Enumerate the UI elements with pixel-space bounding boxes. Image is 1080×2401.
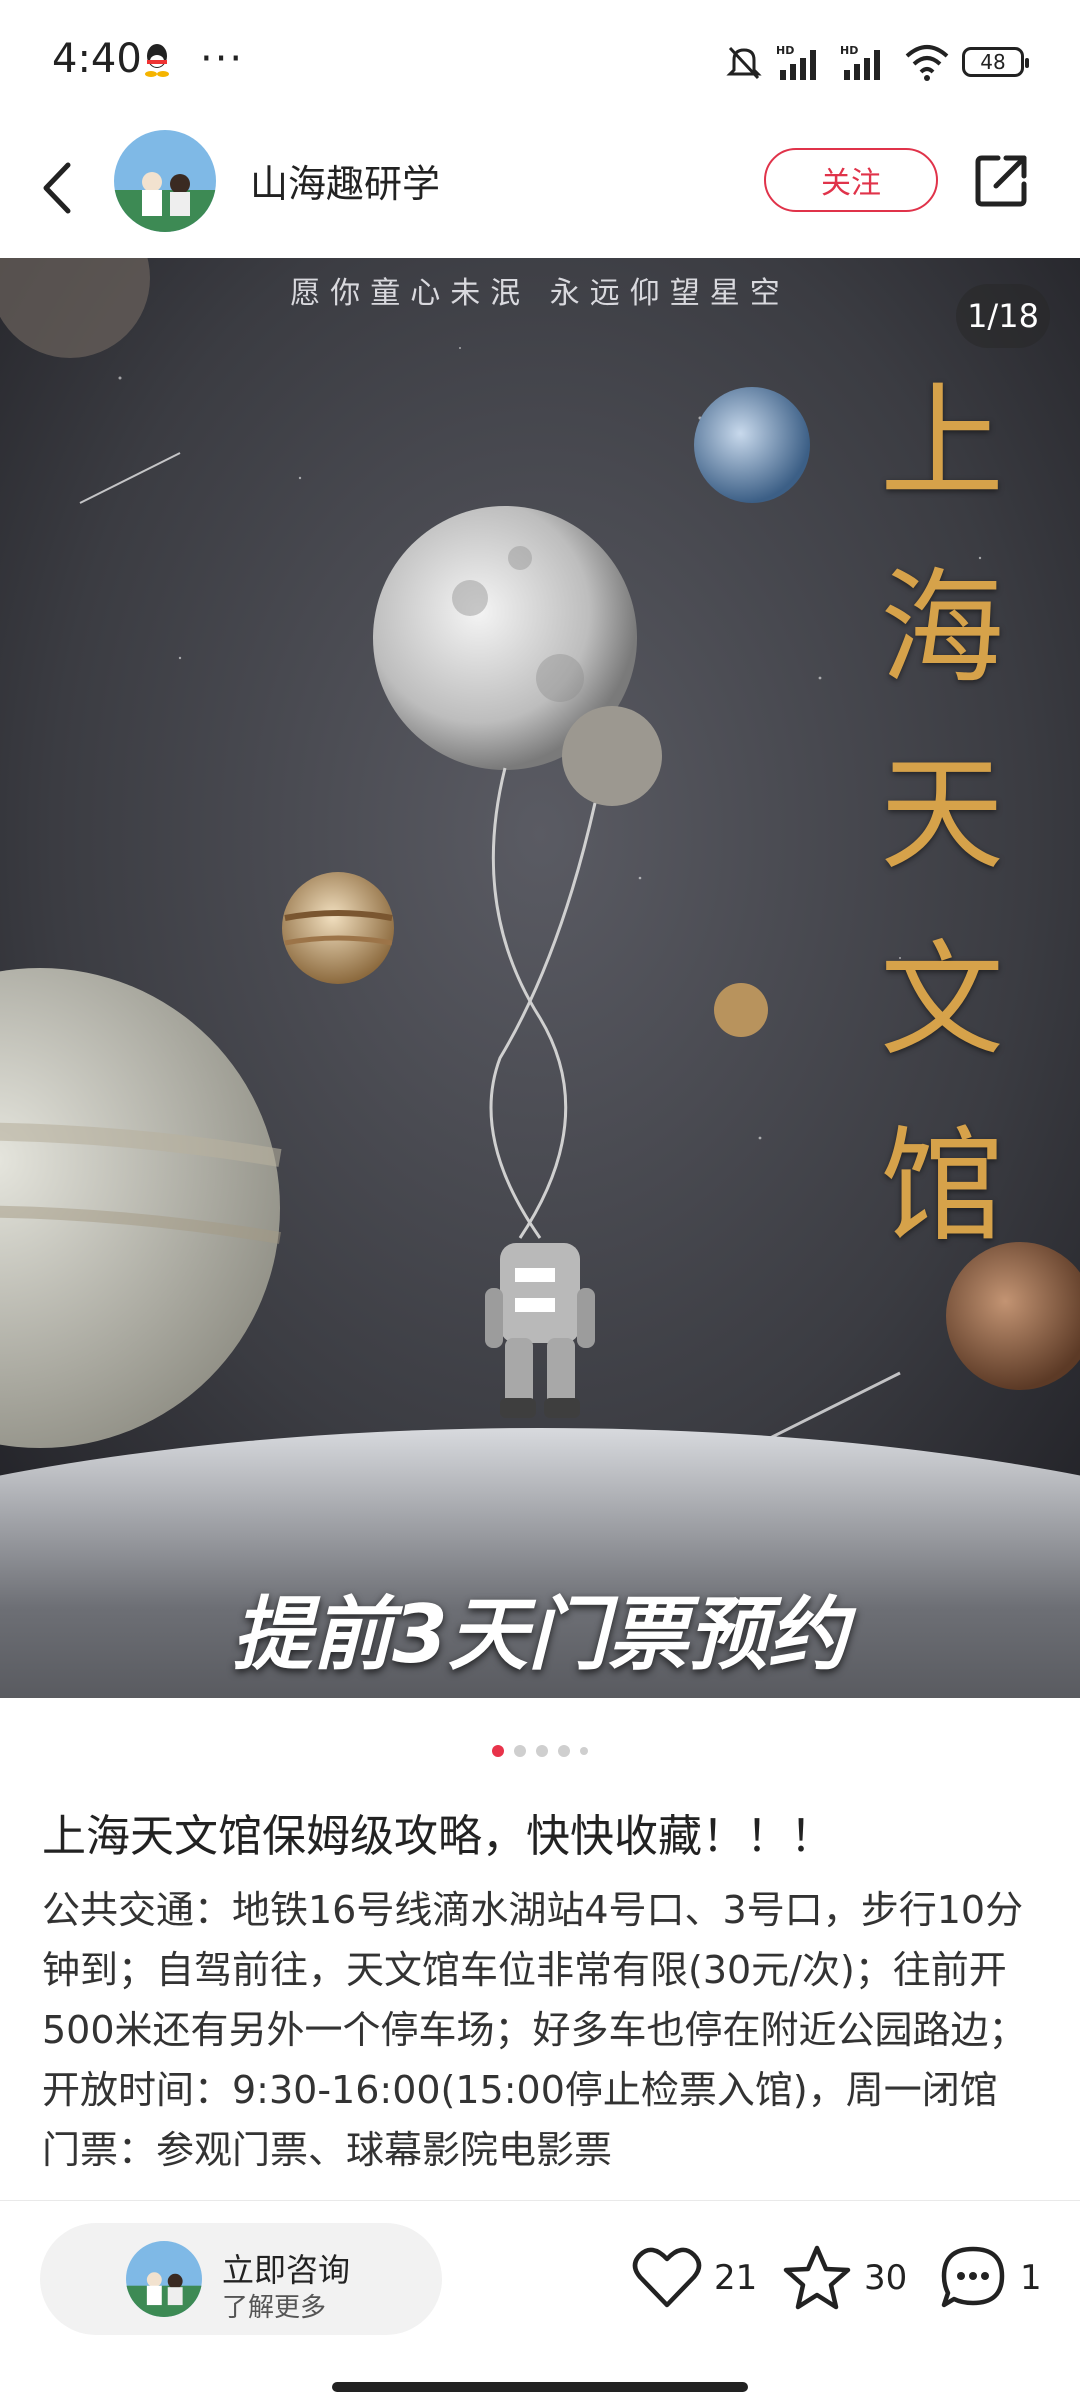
bottom-action-bar: 立即咨询 了解更多 21 30 1 [0, 2200, 1080, 2401]
carousel-dot [558, 1745, 570, 1757]
collect-count: 30 [864, 2258, 908, 2298]
status-time: 4:40 [52, 36, 142, 82]
carousel-dot [536, 1745, 548, 1757]
content-fade [0, 2170, 1080, 2200]
consult-title: 立即咨询 [222, 2251, 351, 2289]
like-button[interactable]: 21 [632, 2243, 757, 2313]
heart-icon [632, 2247, 702, 2308]
post-paragraph-hours: 开放时间：9:30-16:00(15:00停止检票入馆)，周一闭馆 [42, 2068, 998, 2112]
banner-title: 上海天文馆 [879, 371, 1004, 1259]
post-body: 公共交通：地铁16号线滴水湖站4号口、3号口，步行10分钟到；自驾前往，天文馆车… [42, 1880, 1042, 2180]
carousel-dot [514, 1745, 526, 1757]
image-page-counter: 1/18 [956, 284, 1050, 348]
status-more-icon: ··· [200, 36, 245, 82]
like-count: 21 [714, 2258, 758, 2298]
consult-button[interactable]: 立即咨询 了解更多 [40, 2223, 442, 2335]
banner-slogan: 愿你童心未泯 永远仰望星空 [290, 276, 790, 311]
post-title: 上海天文馆保姆级攻略，快快收藏！！！ [42, 1811, 834, 1862]
qq-icon [145, 44, 169, 77]
carousel-dot [580, 1747, 588, 1755]
post-paragraph-transport: 公共交通：地铁16号线滴水湖站4号口、3号口，步行10分钟到；自驾前往，天文馆车… [42, 1888, 1027, 2052]
star-icon [783, 2245, 851, 2310]
status-icons: HD HD 48 [724, 40, 1029, 84]
share-icon[interactable] [972, 150, 1032, 210]
consult-subtitle: 了解更多 [222, 2293, 327, 2323]
mute-bell-icon [726, 46, 762, 80]
back-icon[interactable] [34, 153, 82, 223]
carousel-indicator [0, 1745, 1080, 1757]
signal-icon-2: HD [840, 44, 880, 80]
battery-icon: 48 [962, 47, 1029, 77]
collect-button[interactable]: 30 [782, 2243, 907, 2313]
consult-avatar [126, 2241, 202, 2317]
author-name[interactable]: 山海趣研学 [250, 153, 440, 208]
home-indicator[interactable] [332, 2382, 748, 2392]
comment-button[interactable]: 1 [938, 2243, 1042, 2313]
author-avatar[interactable] [114, 130, 216, 232]
comment-icon [941, 2246, 1005, 2308]
banner-caption: 提前3天门票预约 [232, 1588, 848, 1681]
consult-avatar-image [126, 2241, 202, 2317]
wifi-icon [905, 45, 949, 81]
avatar-image [114, 130, 216, 232]
carousel-dot-active [492, 1745, 504, 1757]
signal-hd-label: HD [776, 44, 794, 57]
follow-button[interactable]: 关注 [764, 148, 938, 212]
status-bar: 4:40 ··· HD HD 48 [0, 0, 1080, 125]
comment-count: 1 [1020, 2258, 1042, 2298]
signal-hd-label-2: HD [840, 44, 858, 57]
signal-icon: HD [776, 44, 816, 80]
